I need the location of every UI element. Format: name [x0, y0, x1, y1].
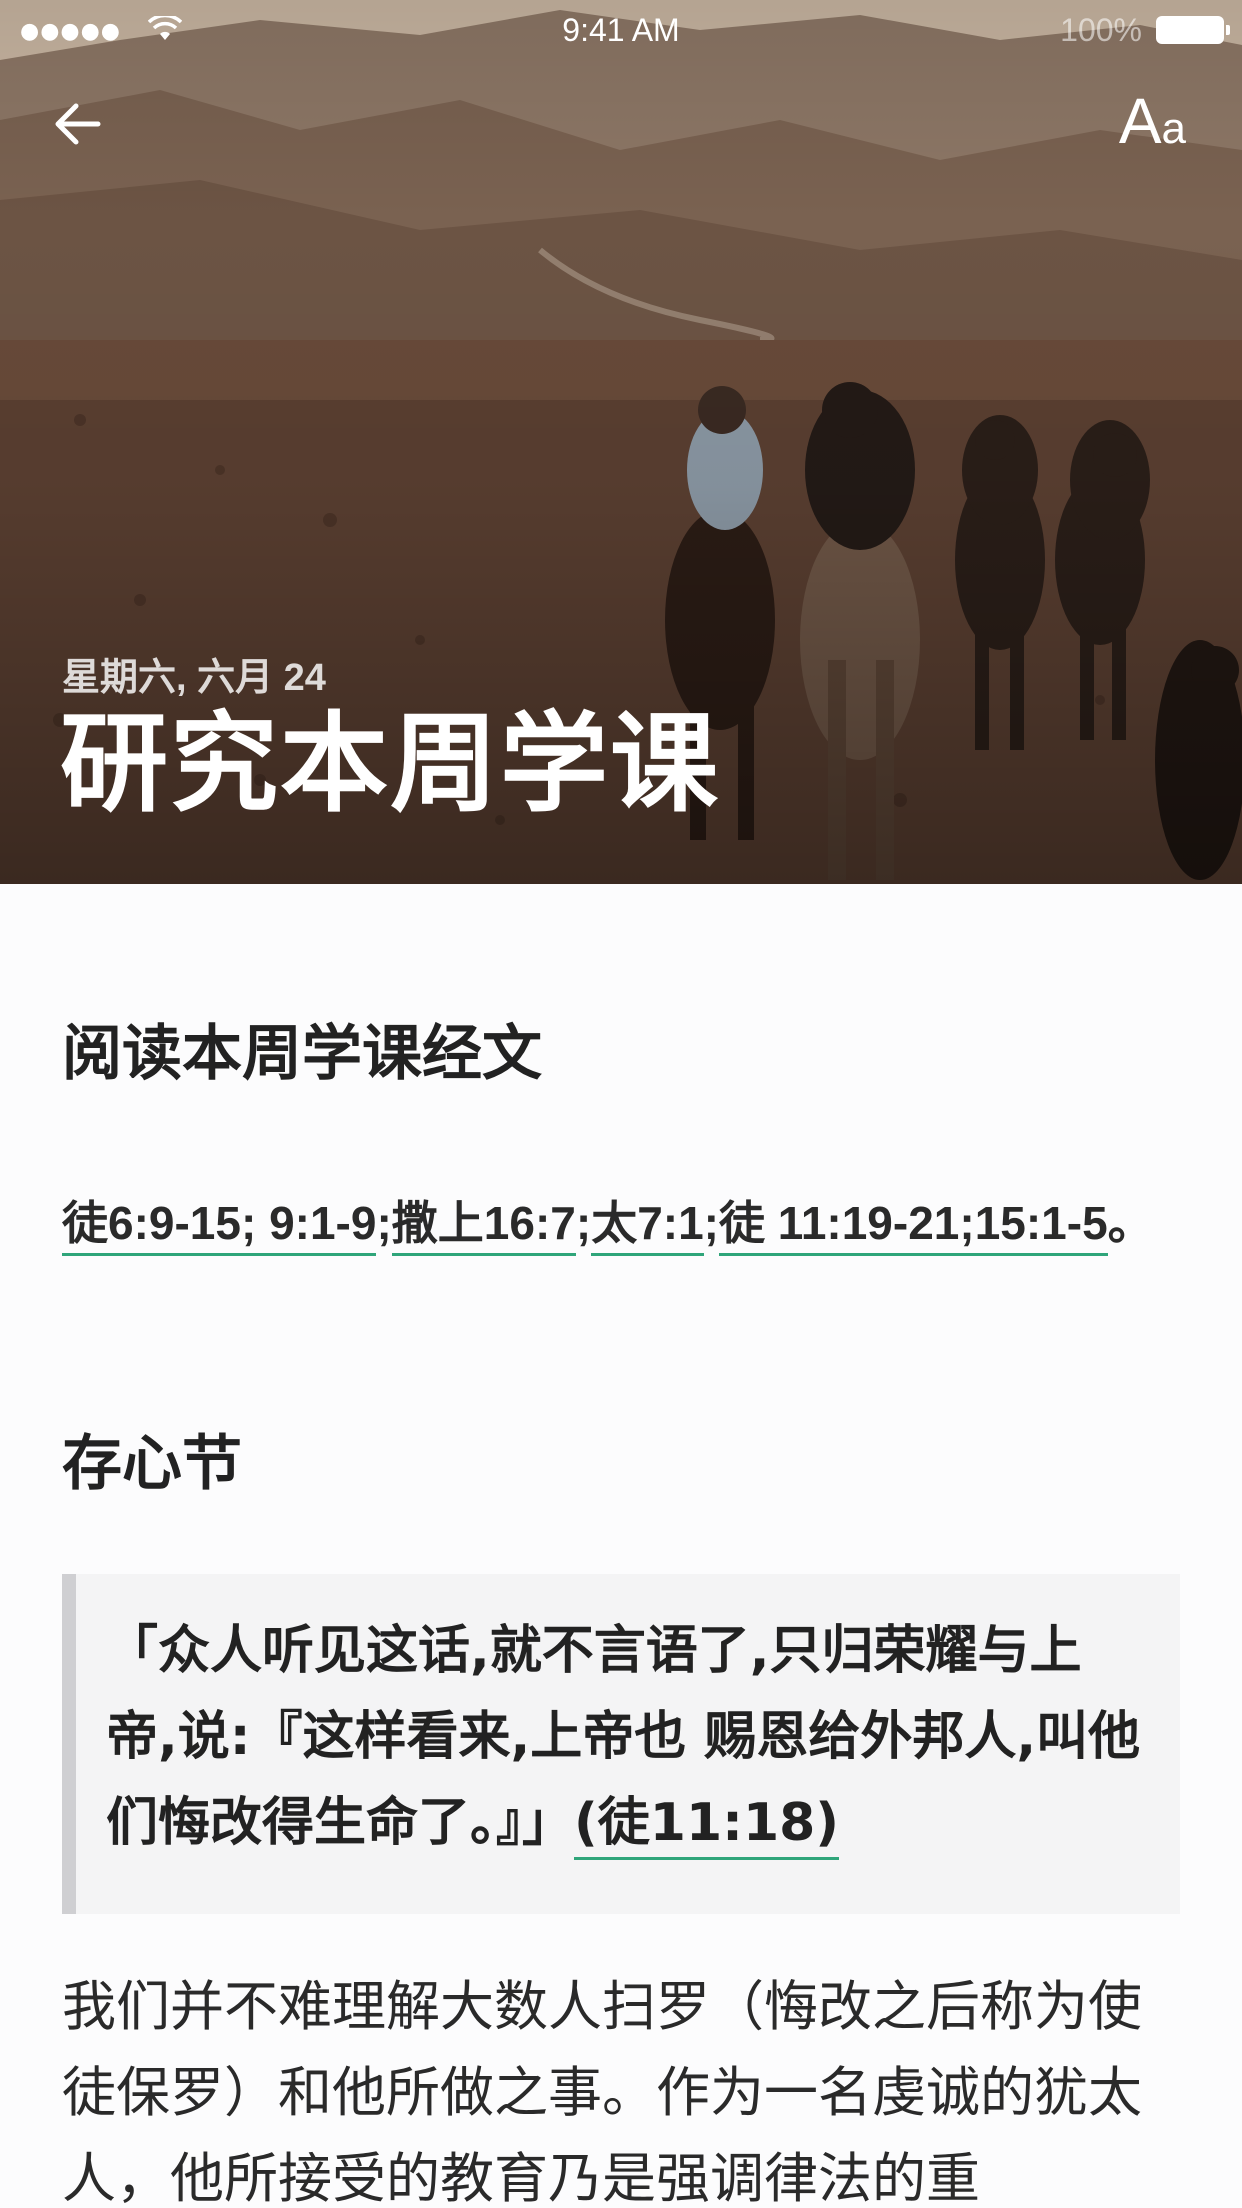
lesson-page: ●●●●● 9:41 AM 100% Aa 星期六, 六月 24 研究本周学课 … [0, 0, 1242, 2208]
scripture-link[interactable]: 太7:1 [591, 1197, 704, 1256]
status-bar: ●●●●● 9:41 AM 100% [0, 0, 1242, 60]
scripture-link[interactable]: 撒上16:7 [391, 1197, 576, 1256]
memory-verse-heading: 存心节 [62, 1429, 242, 1499]
memory-verse-quote: 「众人听见这话,就不言语了,只归荣耀与上帝,说:『这样看来,上帝也 赐恩给外邦人… [62, 1574, 1180, 1914]
font-size-icon-large: A [1118, 85, 1162, 157]
lesson-date: 星期六, 六月 24 [62, 657, 326, 699]
lesson-body-paragraph: 我们并不难理解大数人扫罗（悔改之后称为使徒保罗）和他所做之事。作为一名虔诚的犹太… [62, 1975, 1142, 2208]
font-size-icon-small: a [1161, 104, 1186, 153]
hero-image: ●●●●● 9:41 AM 100% Aa 星期六, 六月 24 研究本周学课 [0, 0, 1242, 884]
scripture-link[interactable]: 徒 11:19-21;15:1-5 [719, 1197, 1108, 1256]
ref-separator: ; [703, 1197, 719, 1249]
font-size-button[interactable]: Aa [1119, 86, 1186, 156]
ref-separator: ; [575, 1197, 592, 1249]
arrow-left-icon [55, 103, 101, 145]
scripture-link[interactable]: 徒6:9-15; 9:1-9 [62, 1197, 377, 1256]
memory-verse-reference-link[interactable]: (徒11:18) [574, 1793, 840, 1860]
reading-heading: 阅读本周学课经文 [62, 1019, 542, 1089]
battery-icon [1156, 16, 1230, 44]
battery-percent: 100% [1060, 12, 1142, 48]
scripture-references: 徒6:9-15; 9:1-9;撒上16:7;太7:1;徒 11:19-21;15… [62, 1180, 1172, 1266]
memory-verse-text: 「众人听见这话,就不言语了,只归荣耀与上帝,说:『这样看来,上帝也 赐恩给外邦人… [106, 1608, 1150, 1866]
page-title: 研究本周学课 [60, 702, 721, 827]
ref-separator: 。 [1107, 1197, 1154, 1249]
back-button[interactable] [50, 90, 122, 162]
ref-separator: ; [376, 1197, 392, 1249]
status-time: 9:41 AM [562, 12, 680, 48]
